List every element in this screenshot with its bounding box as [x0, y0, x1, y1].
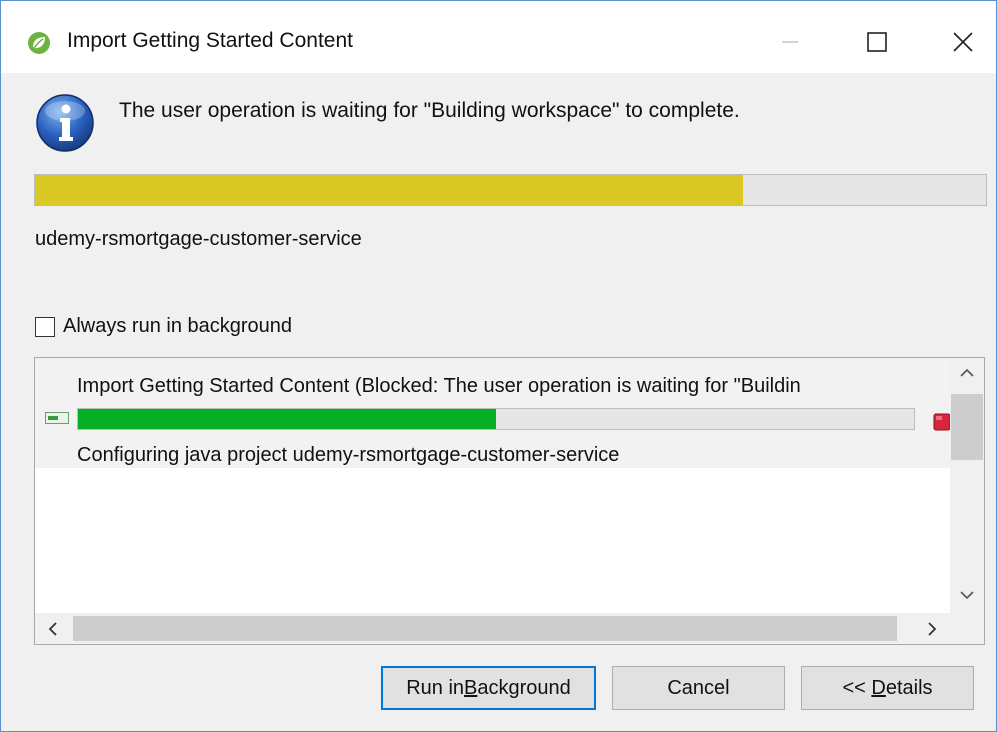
- main-progress-fill: [35, 175, 744, 205]
- maximize-button[interactable]: [848, 21, 906, 63]
- close-icon: [953, 32, 973, 52]
- vertical-scroll-thumb[interactable]: [951, 394, 983, 460]
- job-progress-fill: [78, 409, 496, 429]
- run-in-background-button[interactable]: Run in Background: [381, 666, 596, 710]
- main-progress-bar: [34, 174, 987, 206]
- job-subtask: Configuring java project udemy-rsmortgag…: [77, 444, 620, 466]
- details-label-mnemonic: D: [871, 676, 886, 699]
- close-button[interactable]: [934, 21, 992, 63]
- title-bar: Import Getting Started Content: [1, 1, 996, 73]
- details-label-prefix: <<: [842, 676, 872, 699]
- dialog-window: Import Getting Started Content The user …: [0, 0, 997, 732]
- details-button[interactable]: << Details: [801, 666, 974, 710]
- horizontal-scroll-thumb[interactable]: [73, 616, 897, 641]
- spring-leaf-icon: [28, 32, 50, 54]
- scroll-right-button[interactable]: [915, 613, 949, 644]
- always-background-label[interactable]: Always run in background: [63, 315, 292, 338]
- minimize-button[interactable]: [761, 21, 819, 63]
- cancel-button[interactable]: Cancel: [612, 666, 785, 710]
- window-title: Import Getting Started Content: [67, 29, 353, 52]
- info-icon: [36, 94, 94, 152]
- chevron-up-icon: [960, 368, 974, 377]
- horizontal-scrollbar[interactable]: [35, 613, 950, 644]
- details-panel: Import Getting Started Content (Blocked:…: [34, 357, 985, 645]
- status-message: The user operation is waiting for "Build…: [119, 99, 740, 122]
- stop-icon[interactable]: [933, 413, 951, 431]
- scrollbar-corner: [950, 613, 984, 644]
- job-title: Import Getting Started Content (Blocked:…: [77, 375, 801, 397]
- job-list-item[interactable]: Import Getting Started Content (Blocked:…: [35, 358, 951, 468]
- run-label-prefix: Run in: [406, 676, 465, 699]
- chevron-right-icon: [928, 621, 937, 636]
- minimize-icon: [782, 41, 798, 43]
- details-label-suffix: etails: [885, 676, 933, 699]
- run-label-suffix: ackground: [477, 676, 571, 699]
- scroll-left-button[interactable]: [35, 613, 71, 644]
- job-progress-bar: [77, 408, 915, 430]
- scroll-down-button[interactable]: [950, 580, 984, 610]
- vertical-scrollbar[interactable]: [950, 358, 984, 613]
- always-background-checkbox[interactable]: [35, 316, 55, 337]
- scroll-up-button[interactable]: [950, 358, 984, 388]
- run-label-mnemonic: B: [464, 676, 478, 699]
- job-status-icon: [45, 412, 69, 424]
- maximize-icon: [867, 32, 887, 52]
- always-background-row[interactable]: Always run in background: [35, 315, 292, 338]
- chevron-down-icon: [960, 591, 974, 600]
- chevron-left-icon: [48, 621, 57, 636]
- task-name: udemy-rsmortgage-customer-service: [35, 228, 362, 250]
